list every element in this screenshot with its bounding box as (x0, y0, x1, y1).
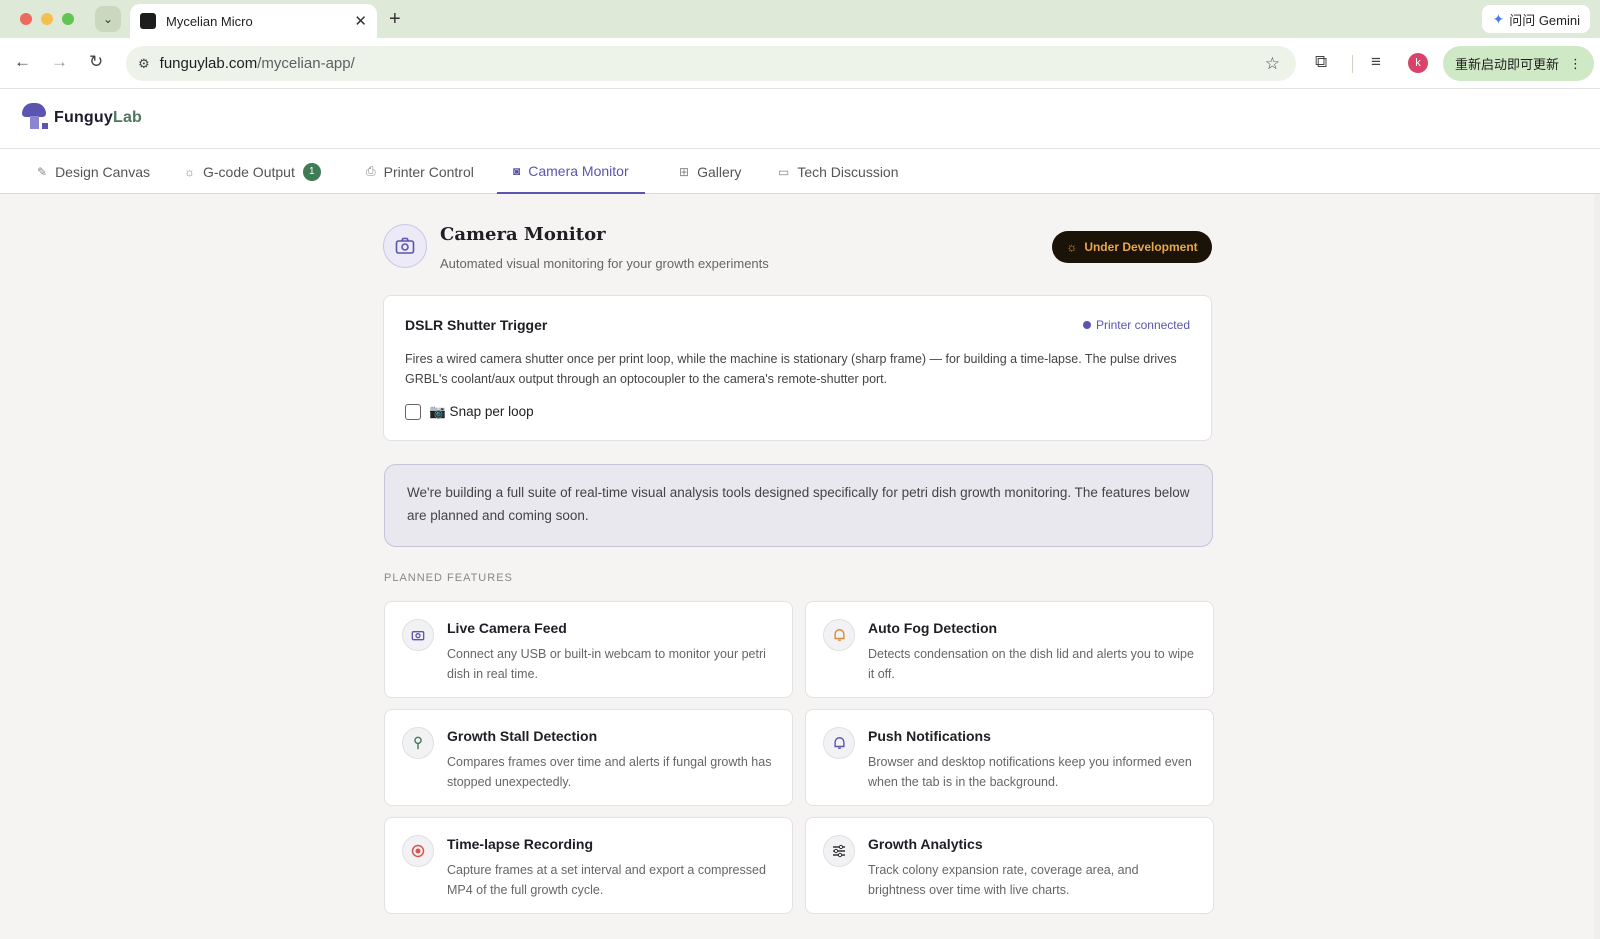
printer-status: Printer connected (1082, 318, 1190, 332)
feature-description: Track colony expansion rate, coverage ar… (868, 863, 1139, 897)
feature-description: Browser and desktop notifications keep y… (868, 755, 1192, 789)
page-subtitle: Automated visual monitoring for your gro… (440, 256, 769, 271)
bell-icon (823, 619, 855, 651)
dslr-trigger-card: DSLR Shutter Trigger Printer connected F… (383, 295, 1212, 441)
feature-description: Detects condensation on the dish lid and… (868, 647, 1194, 681)
close-icon[interactable]: ✕ (354, 12, 367, 30)
forward-arrow-icon[interactable]: → (51, 52, 68, 72)
browser-tab[interactable]: Mycelian Micro ✕ (130, 4, 377, 38)
browser-toolbar: ← → ↻ ⚙ funguylab.com/mycelian-app/ ☆ ⧉ … (0, 38, 1600, 89)
tab-printer-control[interactable]: ⎙ Printer Control (350, 149, 490, 194)
funguylab-logo[interactable]: FunguyLab (20, 103, 142, 133)
tab-design-canvas[interactable]: ✎ Design Canvas (21, 149, 166, 194)
url-path: /mycelian-app/ (257, 55, 355, 72)
gcode-count-badge: 1 (302, 162, 321, 181)
browser-tab-title: Mycelian Micro (166, 13, 253, 29)
window-minimize-button[interactable] (41, 13, 53, 25)
toolbar-divider (1352, 55, 1353, 73)
camera-icon (402, 619, 434, 651)
gemini-label: 问问 Gemini (1509, 12, 1580, 28)
page-title: Camera Monitor (440, 224, 606, 245)
back-arrow-icon[interactable]: ← (14, 52, 31, 72)
feature-card: Time-lapse Recording Capture frames at a… (384, 817, 793, 914)
printer-icon: ⎙ (366, 164, 376, 178)
app-tab-bar: ✎ Design Canvas ☼ G-code Output 1 ⎙ Prin… (0, 149, 1600, 194)
feature-card: Growth Stall Detection Compares frames o… (384, 709, 793, 806)
bell-icon (823, 727, 855, 759)
update-label: 重新启动即可更新 (1454, 57, 1559, 72)
sun-icon: ☼ (1066, 240, 1078, 254)
logo-text: FunguyLab (54, 109, 143, 126)
sprout-icon (402, 727, 434, 759)
dslr-card-title: DSLR Shutter Trigger (405, 317, 548, 333)
status-badge: ☼ Under Development (1052, 231, 1212, 263)
feature-title: Auto Fog Detection (868, 620, 998, 636)
dslr-description: Fires a wired camera shutter once per pr… (405, 352, 1177, 386)
site-settings-icon[interactable]: ⚙ (138, 56, 150, 72)
feature-title: Live Camera Feed (447, 620, 567, 636)
section-heading: PLANNED FEATURES (384, 572, 513, 584)
sparkle-icon: ✦ (1492, 10, 1505, 27)
feature-description: Connect any USB or built-in webcam to mo… (447, 647, 766, 681)
feature-title: Growth Stall Detection (447, 728, 598, 744)
profile-avatar[interactable]: k (1408, 53, 1428, 73)
feature-card: Auto Fog Detection Detects condensation … (805, 601, 1214, 698)
browser-tab-bar: ⌄ Mycelian Micro ✕ + ✦ 问问 Gemini (0, 0, 1600, 38)
window-zoom-button[interactable] (62, 13, 74, 25)
app-header: FunguyLab (0, 89, 1600, 149)
feature-title: Time-lapse Recording (447, 836, 594, 852)
bookmark-star-icon[interactable]: ☆ (1265, 54, 1280, 74)
snap-per-loop-label: 📷 Snap per loop (429, 404, 534, 419)
gemini-button[interactable]: ✦ 问问 Gemini (1482, 5, 1590, 33)
page-scrollbar[interactable] (1594, 194, 1600, 939)
favicon-icon (140, 13, 156, 29)
feature-description: Capture frames at a set interval and exp… (447, 863, 766, 897)
window-close-button[interactable] (20, 13, 32, 25)
mushroom-logo-icon (20, 103, 52, 133)
status-dot-icon (1082, 321, 1091, 329)
tab-tech-discussion[interactable]: ▭ Tech Discussion (762, 149, 915, 194)
reload-icon[interactable]: ↻ (89, 52, 103, 72)
feature-title: Push Notifications (868, 728, 991, 744)
record-icon (402, 835, 434, 867)
feature-description: Compares frames over time and alerts if … (447, 755, 772, 789)
tab-gcode-output[interactable]: ☼ G-code Output 1 (168, 149, 337, 194)
snap-per-loop-checkbox[interactable] (405, 404, 421, 420)
camera-icon (383, 224, 427, 268)
chat-bubble-icon: ▭ (778, 164, 790, 179)
camera-icon: ◙ (513, 163, 521, 178)
feature-card: Growth Analytics Track colony expansion … (805, 817, 1214, 914)
tab-camera-monitor[interactable]: ◙ Camera Monitor (497, 149, 645, 194)
tab-search-button[interactable]: ⌄ (95, 6, 121, 32)
update-button[interactable]: 重新启动即可更新 ⋮ (1443, 46, 1594, 81)
media-control-icon[interactable]: ≡ (1371, 52, 1381, 72)
feature-card: Live Camera Feed Connect any USB or buil… (384, 601, 793, 698)
chevron-down-icon: ⌄ (102, 12, 114, 26)
url-host: funguylab.com (159, 55, 258, 72)
feature-card: Push Notifications Browser and desktop n… (805, 709, 1214, 806)
sun-icon: ☼ (184, 164, 195, 179)
avatar-letter: k (1415, 57, 1421, 69)
address-bar[interactable]: ⚙ funguylab.com/mycelian-app/ ☆ (126, 46, 1296, 81)
new-tab-button[interactable]: + (389, 8, 401, 31)
feature-title: Growth Analytics (868, 836, 983, 852)
pencil-icon: ✎ (37, 164, 48, 179)
sliders-icon (823, 835, 855, 867)
info-notice: We're building a full suite of real-time… (384, 464, 1213, 547)
grid-icon: ⊞ (679, 164, 690, 179)
extensions-icon[interactable]: ⧉ (1315, 52, 1327, 72)
snap-per-loop-toggle[interactable]: 📷 Snap per loop (405, 404, 534, 420)
more-vert-icon: ⋮ (1569, 55, 1582, 71)
tab-gallery[interactable]: ⊞ Gallery (663, 149, 757, 194)
